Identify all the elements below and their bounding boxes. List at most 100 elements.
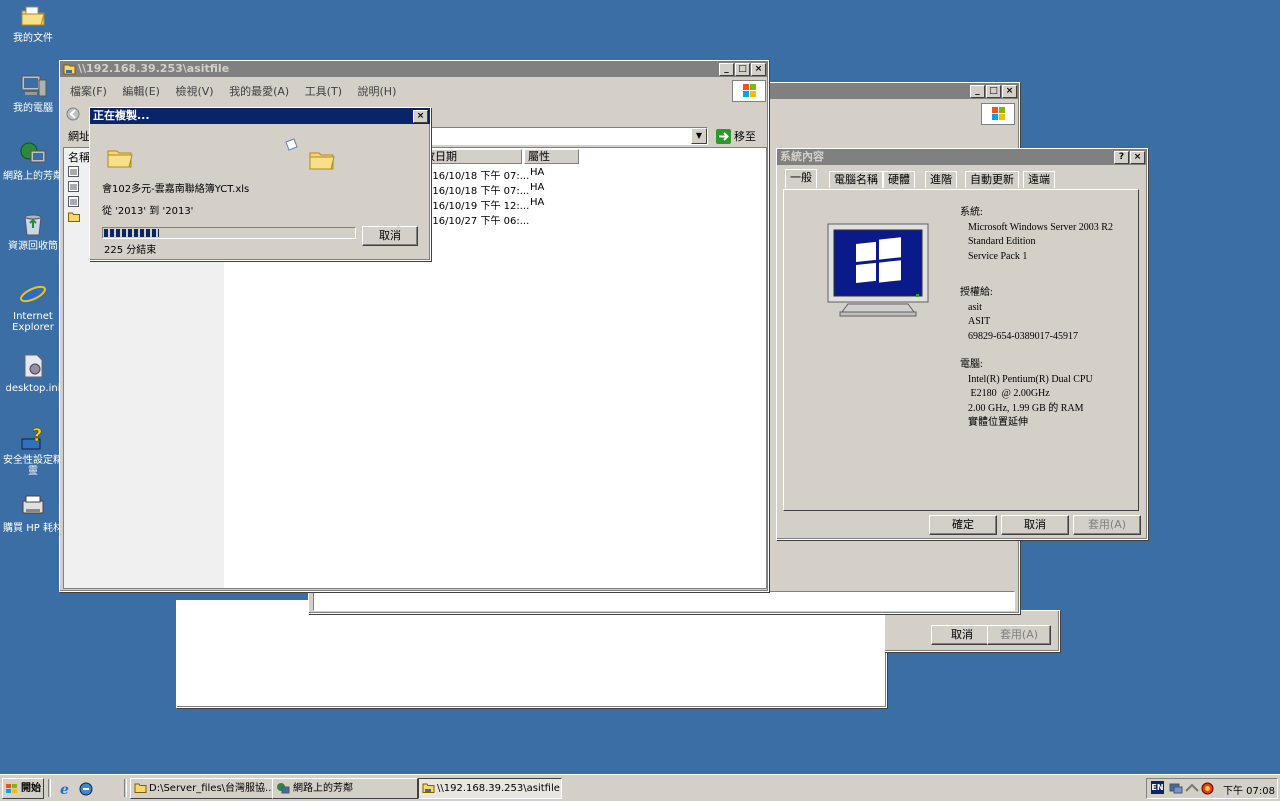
task-server-files[interactable]: D:\Server_files\台灣服協...	[130, 778, 286, 799]
file-attributes: HA	[530, 197, 545, 208]
flying-paper-icon	[284, 138, 298, 155]
sysprops-tab-panel: 系統: Microsoft Windows Server 2003 R2 Sta…	[783, 189, 1139, 511]
start-label: 開始	[21, 783, 41, 794]
tab-computer-name[interactable]: 電腦名稱	[829, 171, 883, 188]
desktop-icon-label: 安全性設定精靈	[3, 455, 63, 477]
sysprops-titlebar[interactable]: 系統內容 ? ×	[777, 149, 1147, 165]
desktop-icon-my-documents[interactable]: 我的文件	[0, 2, 66, 44]
close-button[interactable]: ×	[413, 110, 428, 123]
help-button[interactable]: ?	[1114, 151, 1129, 164]
desktop-icon-label: Internet Explorer	[12, 311, 54, 333]
tab-remote[interactable]: 遠端	[1023, 171, 1055, 188]
security-tray-icon[interactable]	[1201, 782, 1214, 798]
copy-dialog: 正在複製... × 會102多元-雲嘉南聯絡簿YCT.xls 從 '2013' …	[89, 107, 431, 261]
file-icon	[68, 181, 80, 196]
go-button[interactable]: 移至	[716, 128, 756, 144]
tab-hardware[interactable]: 硬體	[883, 171, 915, 188]
desktop-icon-recycle-bin[interactable]: 資源回收筒	[0, 210, 66, 252]
desktop-icon-my-computer[interactable]: 我的電腦	[0, 72, 66, 114]
task-network-places[interactable]: 網路上的芳鄰	[272, 778, 418, 799]
folder-icon	[134, 782, 147, 798]
desktop-icon-security-wizard[interactable]: ? 安全性設定精靈	[0, 424, 66, 477]
window-controls: ×	[413, 110, 428, 123]
go-label: 移至	[734, 130, 756, 143]
menu-help[interactable]: 說明(H)	[358, 85, 397, 98]
list-item[interactable]: 016/10/27 下午 06:...	[426, 212, 529, 227]
computer-line: Intel(R) Pentium(R) Dual CPU	[968, 373, 1093, 385]
quicklaunch-desktop-icon[interactable]	[78, 781, 94, 800]
desktop-icon-desktop-ini[interactable]: desktop.ini	[0, 352, 66, 394]
task-asitfile[interactable]: \\192.168.39.253\asitfile	[418, 778, 562, 799]
apply-button[interactable]: 套用(A)	[1073, 515, 1141, 535]
column-header-date[interactable]: 修改日期	[426, 149, 522, 164]
task-label: \\192.168.39.253\asitfile	[437, 783, 560, 794]
menu-edit[interactable]: 編輯(E)	[122, 85, 160, 98]
destination-folder-icon	[308, 148, 336, 175]
computer-line: 實體位置延伸	[968, 417, 1028, 428]
background-dialog: 取消 套用(A)	[884, 610, 1060, 652]
file-date: 016/10/27 下午 06:...	[426, 216, 530, 227]
task-label: 網路上的芳鄰	[293, 783, 353, 794]
desktop-icon-internet-explorer[interactable]: e Internet Explorer	[0, 280, 66, 333]
cancel-button[interactable]: 取消	[1001, 515, 1069, 535]
window-controls: _ □ ×	[970, 85, 1017, 98]
close-button[interactable]: ×	[751, 63, 766, 76]
menu-favorites[interactable]: 我的最愛(A)	[229, 85, 289, 98]
list-item[interactable]: 016/10/18 下午 07:... HA	[426, 182, 544, 197]
connection-tray-icon[interactable]	[1185, 783, 1199, 796]
copy-dialog-title: 正在複製...	[93, 109, 150, 122]
ok-button[interactable]: 確定	[929, 515, 997, 535]
language-indicator[interactable]: EN	[1151, 781, 1164, 794]
chevron-down-icon[interactable]: ▼	[691, 128, 707, 144]
network-folder-icon	[63, 62, 76, 77]
quicklaunch-ie-icon[interactable]: e	[58, 781, 74, 800]
copy-dialog-titlebar[interactable]: 正在複製... ×	[90, 108, 430, 124]
tab-advanced[interactable]: 進階	[925, 171, 957, 188]
copy-cancel-button[interactable]: 取消	[362, 226, 418, 246]
clock[interactable]: 下午 07:08	[1223, 782, 1275, 797]
folder-icon	[18, 2, 48, 30]
background-window	[176, 600, 887, 708]
copy-time-left: 225 分結束	[104, 245, 157, 256]
address-label: 網址	[68, 130, 90, 143]
tab-auto-update[interactable]: 自動更新	[965, 171, 1019, 188]
registered-line: asit	[968, 301, 982, 313]
desktop-icon-network[interactable]: 網路上的芳鄰	[0, 140, 66, 182]
sysprops-tabs: 一般 電腦名稱 硬體 進階 自動更新 遠端	[783, 169, 1141, 189]
network-tray-icon[interactable]	[1169, 782, 1183, 797]
minimize-button[interactable]: _	[970, 85, 985, 98]
list-item[interactable]: 016/10/18 下午 07:... HA	[426, 167, 544, 182]
close-button[interactable]: ×	[1130, 151, 1145, 164]
desktop-icon-label: 資源回收筒	[8, 241, 58, 252]
address-input[interactable]: ▼	[428, 127, 708, 145]
back-icon[interactable]	[66, 107, 80, 124]
explorer-titlebar[interactable]: \\192.168.39.253\asitfile _ □ ×	[60, 61, 768, 77]
taskbar-separator	[48, 779, 51, 797]
minimize-button[interactable]: _	[719, 63, 734, 76]
sysprops-title: 系統內容	[780, 150, 824, 163]
menu-tools[interactable]: 工具(T)	[305, 85, 342, 98]
maximize-button[interactable]: □	[986, 85, 1001, 98]
registered-line: 69829-654-0389017-45917	[968, 330, 1078, 342]
windows-logo-icon	[732, 80, 766, 102]
desktop-icon-hp-supplies[interactable]: 購買 HP 耗材	[0, 492, 66, 534]
system-label: 系統:	[960, 207, 983, 218]
start-button[interactable]: 開始	[2, 778, 44, 799]
column-header-name[interactable]: 名稱	[68, 149, 90, 165]
background-apply-button[interactable]: 套用(A)	[987, 625, 1051, 645]
maximize-button[interactable]: □	[735, 63, 750, 76]
close-button[interactable]: ×	[1002, 85, 1017, 98]
copy-progress-fill	[104, 229, 160, 237]
column-header-attributes[interactable]: 屬性	[524, 149, 579, 164]
file-attributes: HA	[530, 167, 545, 178]
monitor-logo-icon	[826, 222, 930, 325]
menu-view[interactable]: 檢視(V)	[175, 85, 213, 98]
background-cancel-button[interactable]: 取消	[931, 625, 993, 645]
registered-label: 授權給:	[960, 287, 993, 298]
menu-file[interactable]: 檔案(F)	[70, 85, 107, 98]
window-controls: _ □ ×	[719, 63, 766, 76]
list-item[interactable]: 016/10/19 下午 12:... HA	[426, 197, 544, 212]
taskbar: 開始 e D:\Server_files\台灣服協... 網路上的芳鄰 \\19…	[0, 774, 1280, 801]
file-icon	[68, 196, 80, 211]
tab-general[interactable]: 一般	[785, 169, 817, 188]
